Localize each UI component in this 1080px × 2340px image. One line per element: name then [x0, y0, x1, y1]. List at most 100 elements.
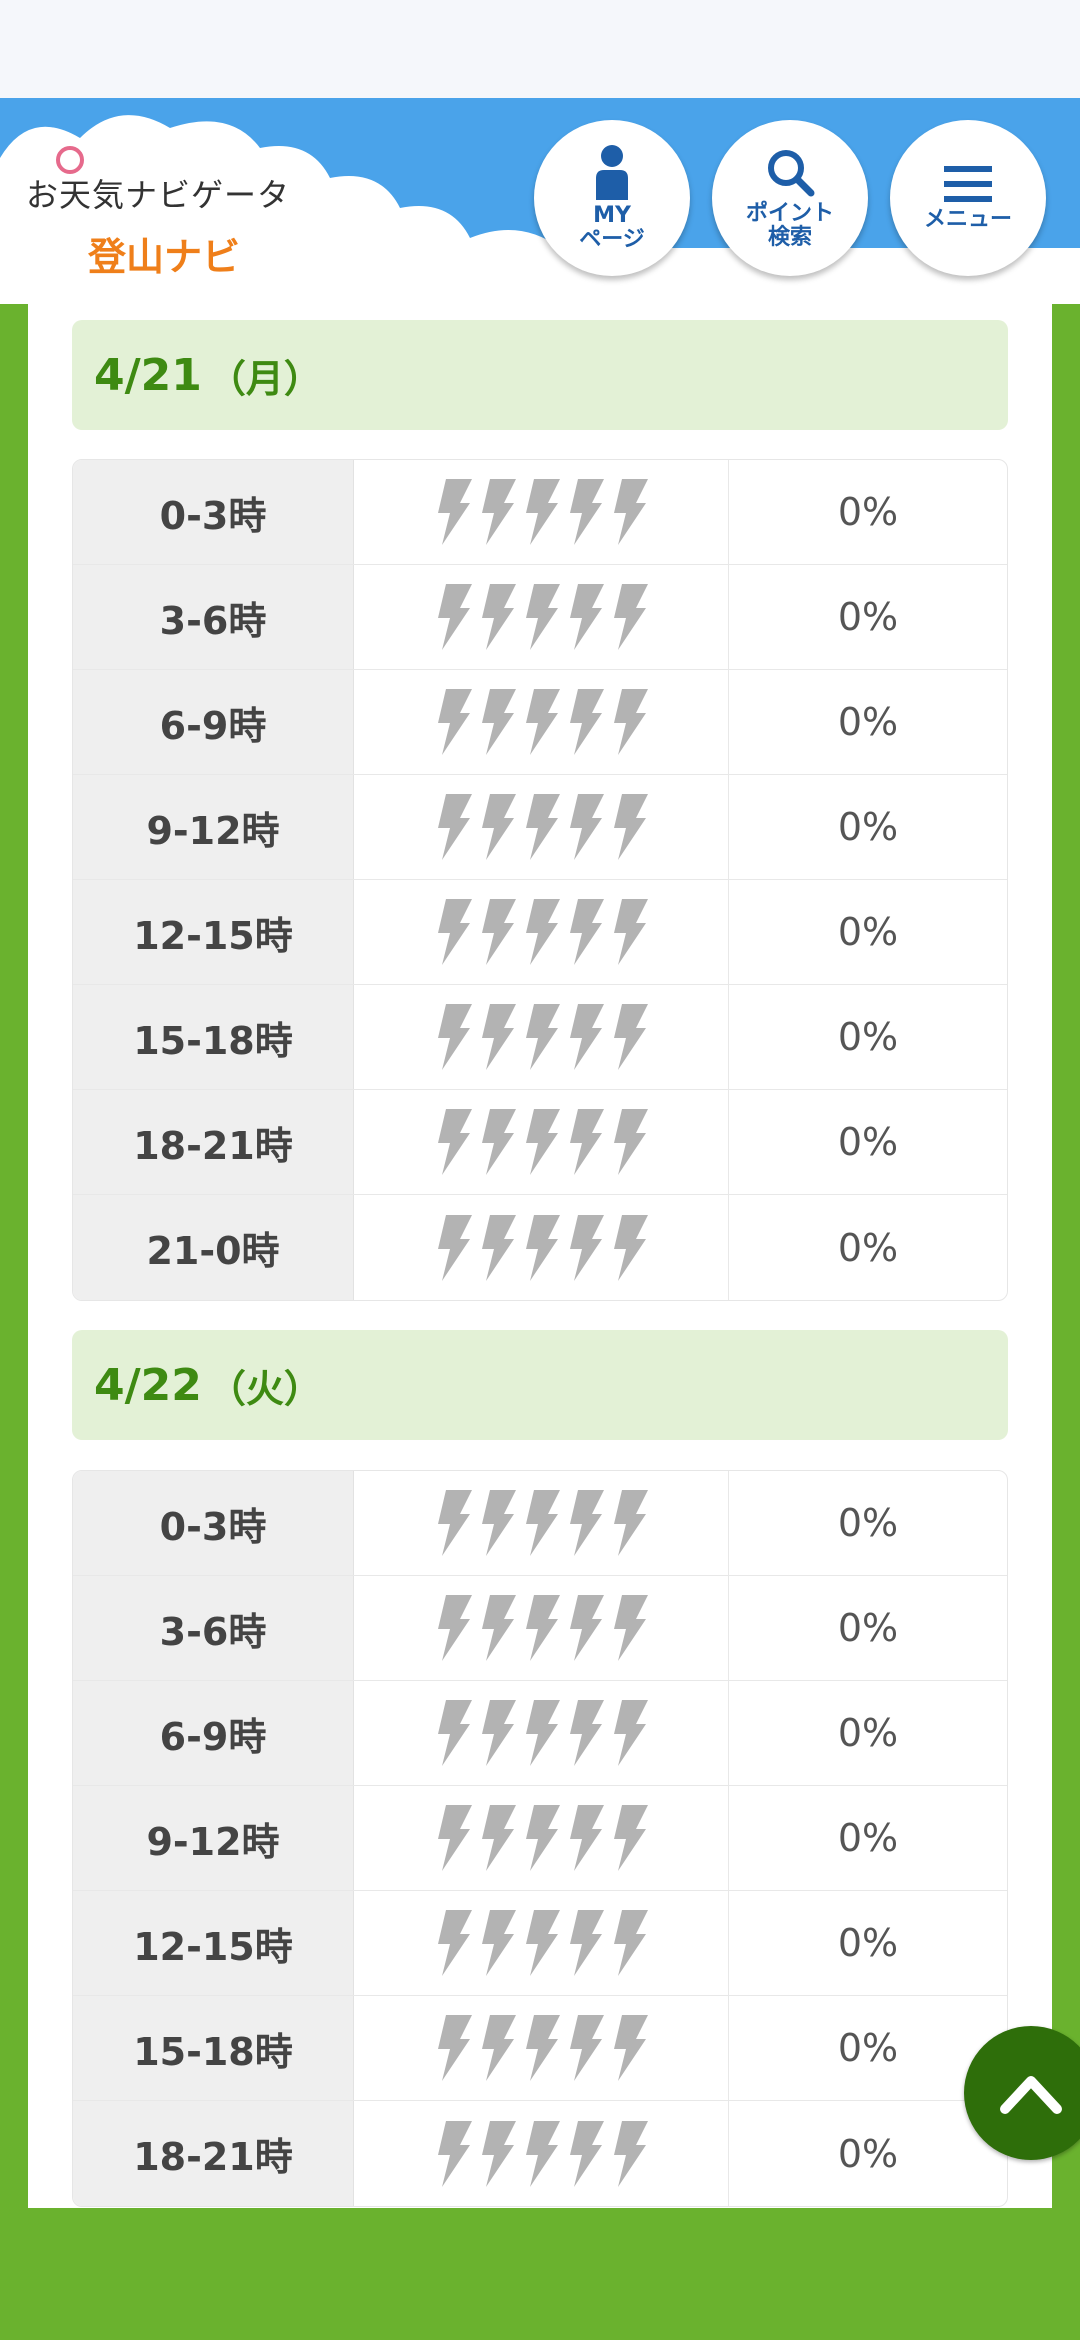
mypage-button[interactable]: MY ページ [534, 120, 690, 276]
lightning-icon [482, 1490, 516, 1556]
lightning-icon [614, 1214, 648, 1281]
forecast-table: 0-3時 0% 3-6時 0% 6-9時 0% 9-12時 0% 12-15時 0% 15… [72, 1470, 1008, 2207]
lightning-icon [438, 1004, 472, 1070]
lightning-icon [570, 479, 604, 545]
lightning-probability: 0% [837, 1225, 899, 1270]
lightning-icon [570, 1805, 604, 1871]
lightning-icon [570, 794, 604, 860]
time-slot: 12-15時 [73, 880, 354, 984]
table-row: 6-9時 0% [73, 670, 1007, 775]
lightning-icon [526, 1700, 560, 1766]
lightning-icons [354, 1090, 729, 1194]
table-row: 15-18時 0% [73, 1996, 1007, 2101]
lightning-probability: 0% [837, 805, 899, 849]
lightning-icon [614, 1004, 648, 1070]
table-row: 3-6時 0% [73, 565, 1007, 670]
lightning-icon [614, 2120, 648, 2187]
lightning-icon [482, 1595, 516, 1661]
lightning-icon [526, 1214, 560, 1281]
forecast-table: 0-3時 0% 3-6時 0% 6-9時 0% 9-12時 0% 12-15時 0% 15… [72, 459, 1008, 1301]
lightning-icon [526, 1805, 560, 1871]
lightning-icon [482, 1700, 516, 1766]
lightning-icon [526, 584, 560, 650]
time-slot: 15-18時 [73, 1996, 354, 2100]
lightning-icon [570, 1595, 604, 1661]
day-weekday: （月） [207, 356, 322, 401]
lightning-icons [354, 1471, 729, 1575]
lightning-icon [570, 2015, 604, 2081]
lightning-icon [438, 479, 472, 545]
table-row: 12-15時 0% [73, 1891, 1007, 1996]
lightning-icon [526, 899, 560, 965]
lightning-icon [438, 1700, 472, 1766]
site-logo[interactable]: お天気ナビゲータ 登山ナビ [26, 146, 289, 280]
time-slot: 0-3時 [73, 1471, 354, 1575]
lightning-probability: 0% [837, 595, 899, 639]
lightning-icon [614, 2015, 648, 2081]
menu-icon [944, 166, 992, 202]
lightning-icon [614, 479, 648, 545]
day-weekday: （火） [207, 1366, 322, 1411]
lightning-icon [570, 1910, 604, 1976]
lightning-icon [482, 794, 516, 860]
time-slot: 0-3時 [73, 460, 354, 564]
logo-title: お天気ナビゲータ [26, 176, 291, 214]
lightning-probability: 0% [837, 2131, 899, 2176]
lightning-icon [438, 899, 472, 965]
lightning-icon [614, 1595, 648, 1661]
menu-button[interactable]: メニュー [890, 120, 1046, 276]
lightning-probability: 0% [837, 1816, 899, 1860]
lightning-icon [570, 1004, 604, 1070]
lightning-icon [570, 2120, 604, 2187]
lightning-icon [614, 1910, 648, 1976]
forecast-content: 4/21 （月） 0-3時 0% 3-6時 0% 6-9時 0% 9-12時 0% 12-… [28, 304, 1052, 2208]
lightning-icon [438, 584, 472, 650]
time-slot: 6-9時 [73, 670, 354, 774]
lightning-icon [482, 2120, 516, 2187]
lightning-icon [482, 479, 516, 545]
point-search-button[interactable]: ポイント 検索 [712, 120, 868, 276]
chevron-up-icon [1000, 2076, 1062, 2114]
table-row: 0-3時 0% [73, 460, 1007, 565]
lightning-probability: 0% [837, 1015, 899, 1059]
lightning-icon [570, 899, 604, 965]
lightning-icon [526, 1595, 560, 1661]
time-slot: 9-12時 [73, 775, 354, 879]
lightning-icon [438, 689, 472, 755]
time-slot: 6-9時 [73, 1681, 354, 1785]
search-icon [768, 150, 815, 197]
lightning-icon [526, 1490, 560, 1556]
table-row: 18-21時 0% [73, 1090, 1007, 1195]
lightning-icons [354, 1681, 729, 1785]
lightning-icon [482, 1214, 516, 1281]
lightning-icons [354, 670, 729, 774]
lightning-icon [570, 689, 604, 755]
day-header: 4/22 （火） [72, 1330, 1008, 1440]
lightning-icon [570, 1490, 604, 1556]
lightning-icons [354, 1996, 729, 2100]
lightning-icon [482, 1004, 516, 1070]
time-slot: 18-21時 [73, 1090, 354, 1194]
lightning-icon [614, 794, 648, 860]
lightning-probability: 0% [837, 1711, 899, 1755]
lightning-icon [438, 1805, 472, 1871]
lightning-icon [614, 1700, 648, 1766]
site-header: お天気ナビゲータ 登山ナビ MY ページ ポイント 検索 メニュー [0, 98, 1080, 304]
lightning-probability: 0% [837, 1606, 899, 1650]
lightning-icon [438, 2120, 472, 2187]
table-row: 9-12時 0% [73, 1786, 1007, 1891]
lightning-icon [526, 1004, 560, 1070]
lightning-icon [482, 1910, 516, 1976]
table-row: 15-18時 0% [73, 985, 1007, 1090]
time-slot: 15-18時 [73, 985, 354, 1089]
lightning-icon [570, 584, 604, 650]
logo-subtitle: 登山ナビ [88, 235, 241, 279]
lightning-probability: 0% [837, 700, 899, 744]
table-row: 12-15時 0% [73, 880, 1007, 985]
lightning-icon [482, 2015, 516, 2081]
lightning-probability: 0% [837, 1501, 899, 1545]
lightning-icon [526, 1109, 560, 1175]
time-slot: 3-6時 [73, 565, 354, 669]
lightning-icons [354, 1195, 729, 1300]
mypage-label: MY ページ [579, 203, 645, 252]
